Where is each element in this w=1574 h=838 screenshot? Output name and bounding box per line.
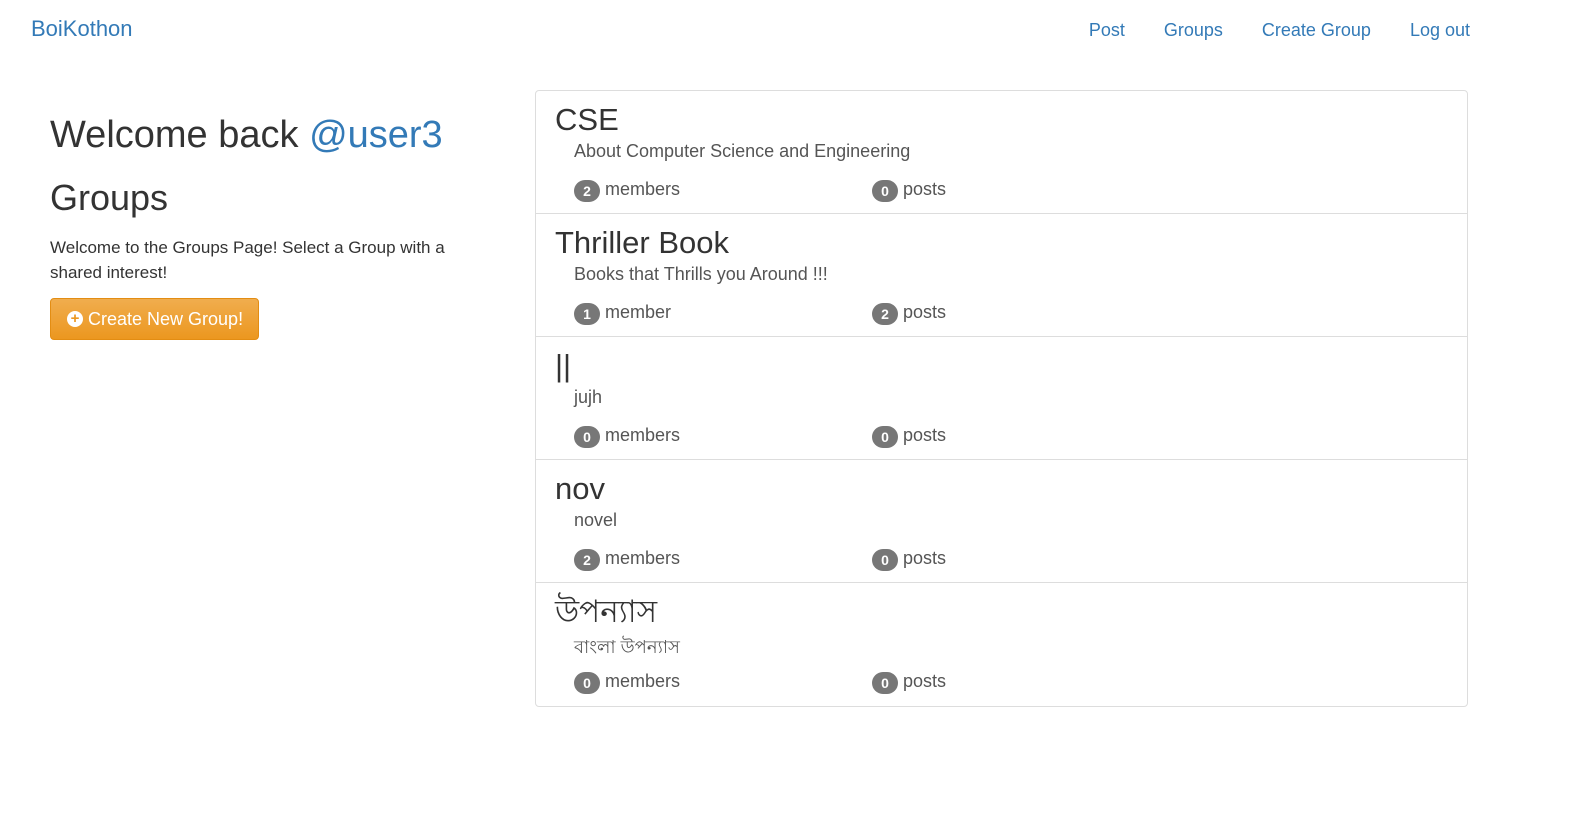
plus-circle-icon: + xyxy=(67,311,83,327)
group-item[interactable]: nov novel 2 members 0 posts xyxy=(536,460,1467,583)
nav-link-log-out[interactable]: Log out xyxy=(1410,20,1470,41)
group-description: About Computer Science and Engineering xyxy=(574,141,911,161)
group-description: বাংলা উপন্যাস xyxy=(574,637,680,657)
group-posts: 0 posts xyxy=(872,423,946,448)
nav-link-post[interactable]: Post xyxy=(1089,20,1125,41)
group-name: Thriller Book xyxy=(555,225,729,260)
page-description: Welcome to the Groups Page! Select a Gro… xyxy=(50,238,445,282)
group-name: || xyxy=(555,348,572,383)
nav-links: Post Groups Create Group Log out xyxy=(1089,20,1470,41)
page-title: Groups xyxy=(50,177,169,218)
group-posts: 0 posts xyxy=(872,546,946,571)
group-name: উপন্যাস xyxy=(555,594,658,629)
welcome-heading: Welcome back @user3 xyxy=(50,108,480,162)
group-posts: 0 posts xyxy=(872,669,946,694)
group-item[interactable]: CSE About Computer Science and Engineeri… xyxy=(536,91,1467,214)
group-description: jujh xyxy=(574,387,603,407)
group-description: novel xyxy=(574,510,618,530)
posts-count-badge: 0 xyxy=(872,672,898,694)
members-count-badge: 2 xyxy=(574,180,600,202)
group-item[interactable]: || jujh 0 members 0 posts xyxy=(536,337,1467,460)
group-members: 2 members xyxy=(574,546,680,571)
members-label: members xyxy=(605,671,681,691)
group-name: CSE xyxy=(555,102,619,137)
members-count-badge: 0 xyxy=(574,672,600,694)
members-label: member xyxy=(605,302,672,322)
members-count-badge: 0 xyxy=(574,426,600,448)
posts-label: posts xyxy=(903,671,947,691)
group-name: nov xyxy=(555,471,605,506)
posts-label: posts xyxy=(903,302,947,322)
welcome-prefix: Welcome back xyxy=(50,114,310,156)
members-label: members xyxy=(605,425,681,445)
members-count-badge: 1 xyxy=(574,303,600,325)
group-posts: 0 posts xyxy=(872,177,946,202)
nav-link-create-group[interactable]: Create Group xyxy=(1262,20,1371,41)
group-members: 1 member xyxy=(574,300,671,325)
group-members: 0 members xyxy=(574,423,680,448)
members-label: members xyxy=(605,179,681,199)
navbar: BoiKothon Post Groups Create Group Log o… xyxy=(0,0,1574,62)
posts-count-badge: 2 xyxy=(872,303,898,325)
create-new-group-button[interactable]: + Create New Group! xyxy=(50,298,260,340)
members-label: members xyxy=(605,548,681,568)
group-item[interactable]: Thriller Book Books that Thrills you Aro… xyxy=(536,214,1467,337)
username-link[interactable]: @user3 xyxy=(309,114,443,156)
group-item[interactable]: উপন্যাস বাংলা উপন্যাস 0 members 0 posts xyxy=(536,583,1467,706)
posts-label: posts xyxy=(903,425,947,445)
members-count-badge: 2 xyxy=(574,549,600,571)
posts-label: posts xyxy=(903,548,947,568)
create-new-group-label: Create New Group! xyxy=(88,308,244,329)
posts-count-badge: 0 xyxy=(872,549,898,571)
group-description: Books that Thrills you Around !!! xyxy=(574,264,828,284)
posts-count-badge: 0 xyxy=(872,426,898,448)
nav-link-groups[interactable]: Groups xyxy=(1164,20,1223,41)
posts-count-badge: 0 xyxy=(872,180,898,202)
group-posts: 2 posts xyxy=(872,300,946,325)
posts-label: posts xyxy=(903,179,947,199)
group-list: CSE About Computer Science and Engineeri… xyxy=(535,90,1468,707)
sidebar: Welcome back @user3 Groups Welcome to th… xyxy=(50,108,480,340)
group-members: 2 members xyxy=(574,177,680,202)
brand-link[interactable]: BoiKothon xyxy=(31,16,133,42)
group-members: 0 members xyxy=(574,669,680,694)
